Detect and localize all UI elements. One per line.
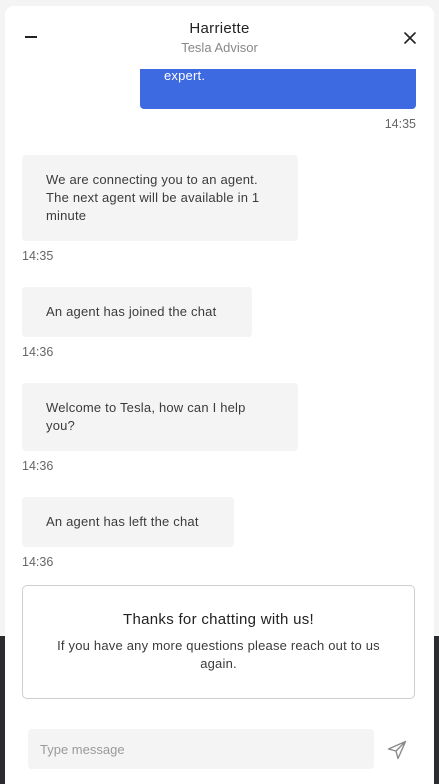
message-timestamp: 14:36 bbox=[22, 345, 54, 359]
chat-window: Harriette Tesla Advisor Please connect m… bbox=[5, 6, 434, 784]
agent-role: Tesla Advisor bbox=[181, 40, 258, 55]
agent-message-text: Welcome to Tesla, how can I help you? bbox=[46, 400, 246, 433]
send-icon bbox=[387, 740, 407, 760]
send-button[interactable] bbox=[386, 739, 408, 761]
message-timestamp: 14:36 bbox=[22, 459, 54, 473]
system-message-bubble: An agent has left the chat bbox=[22, 497, 234, 547]
chat-ended-text: If you have any more questions please re… bbox=[57, 638, 380, 671]
system-message-text: We are connecting you to an agent. The n… bbox=[46, 172, 260, 223]
message-input[interactable] bbox=[28, 729, 374, 769]
system-message-bubble: An agent has joined the chat bbox=[22, 287, 252, 337]
message-timestamp: 14:35 bbox=[22, 249, 54, 263]
message-timestamp: 14:36 bbox=[22, 555, 54, 569]
close-button[interactable] bbox=[400, 28, 420, 48]
user-message-text: Please connect me with a Tesla expert. bbox=[164, 69, 206, 83]
chat-ended-card: Thanks for chatting with us! If you have… bbox=[22, 585, 415, 699]
system-message-text: An agent has joined the chat bbox=[46, 304, 217, 319]
system-message-text: An agent has left the chat bbox=[46, 514, 199, 529]
chat-ended-title: Thanks for chatting with us! bbox=[123, 611, 314, 628]
user-message-bubble: Please connect me with a Tesla expert. bbox=[140, 69, 416, 109]
agent-message-bubble: Welcome to Tesla, how can I help you? bbox=[22, 383, 298, 451]
close-icon bbox=[404, 32, 416, 44]
message-composer bbox=[5, 719, 434, 784]
chat-header: Harriette Tesla Advisor bbox=[5, 6, 434, 69]
message-timestamp: 14:35 bbox=[384, 117, 416, 131]
system-message-bubble: We are connecting you to an agent. The n… bbox=[22, 155, 298, 241]
message-list[interactable]: Please connect me with a Tesla expert. 1… bbox=[5, 69, 434, 719]
agent-name: Harriette bbox=[189, 20, 250, 37]
